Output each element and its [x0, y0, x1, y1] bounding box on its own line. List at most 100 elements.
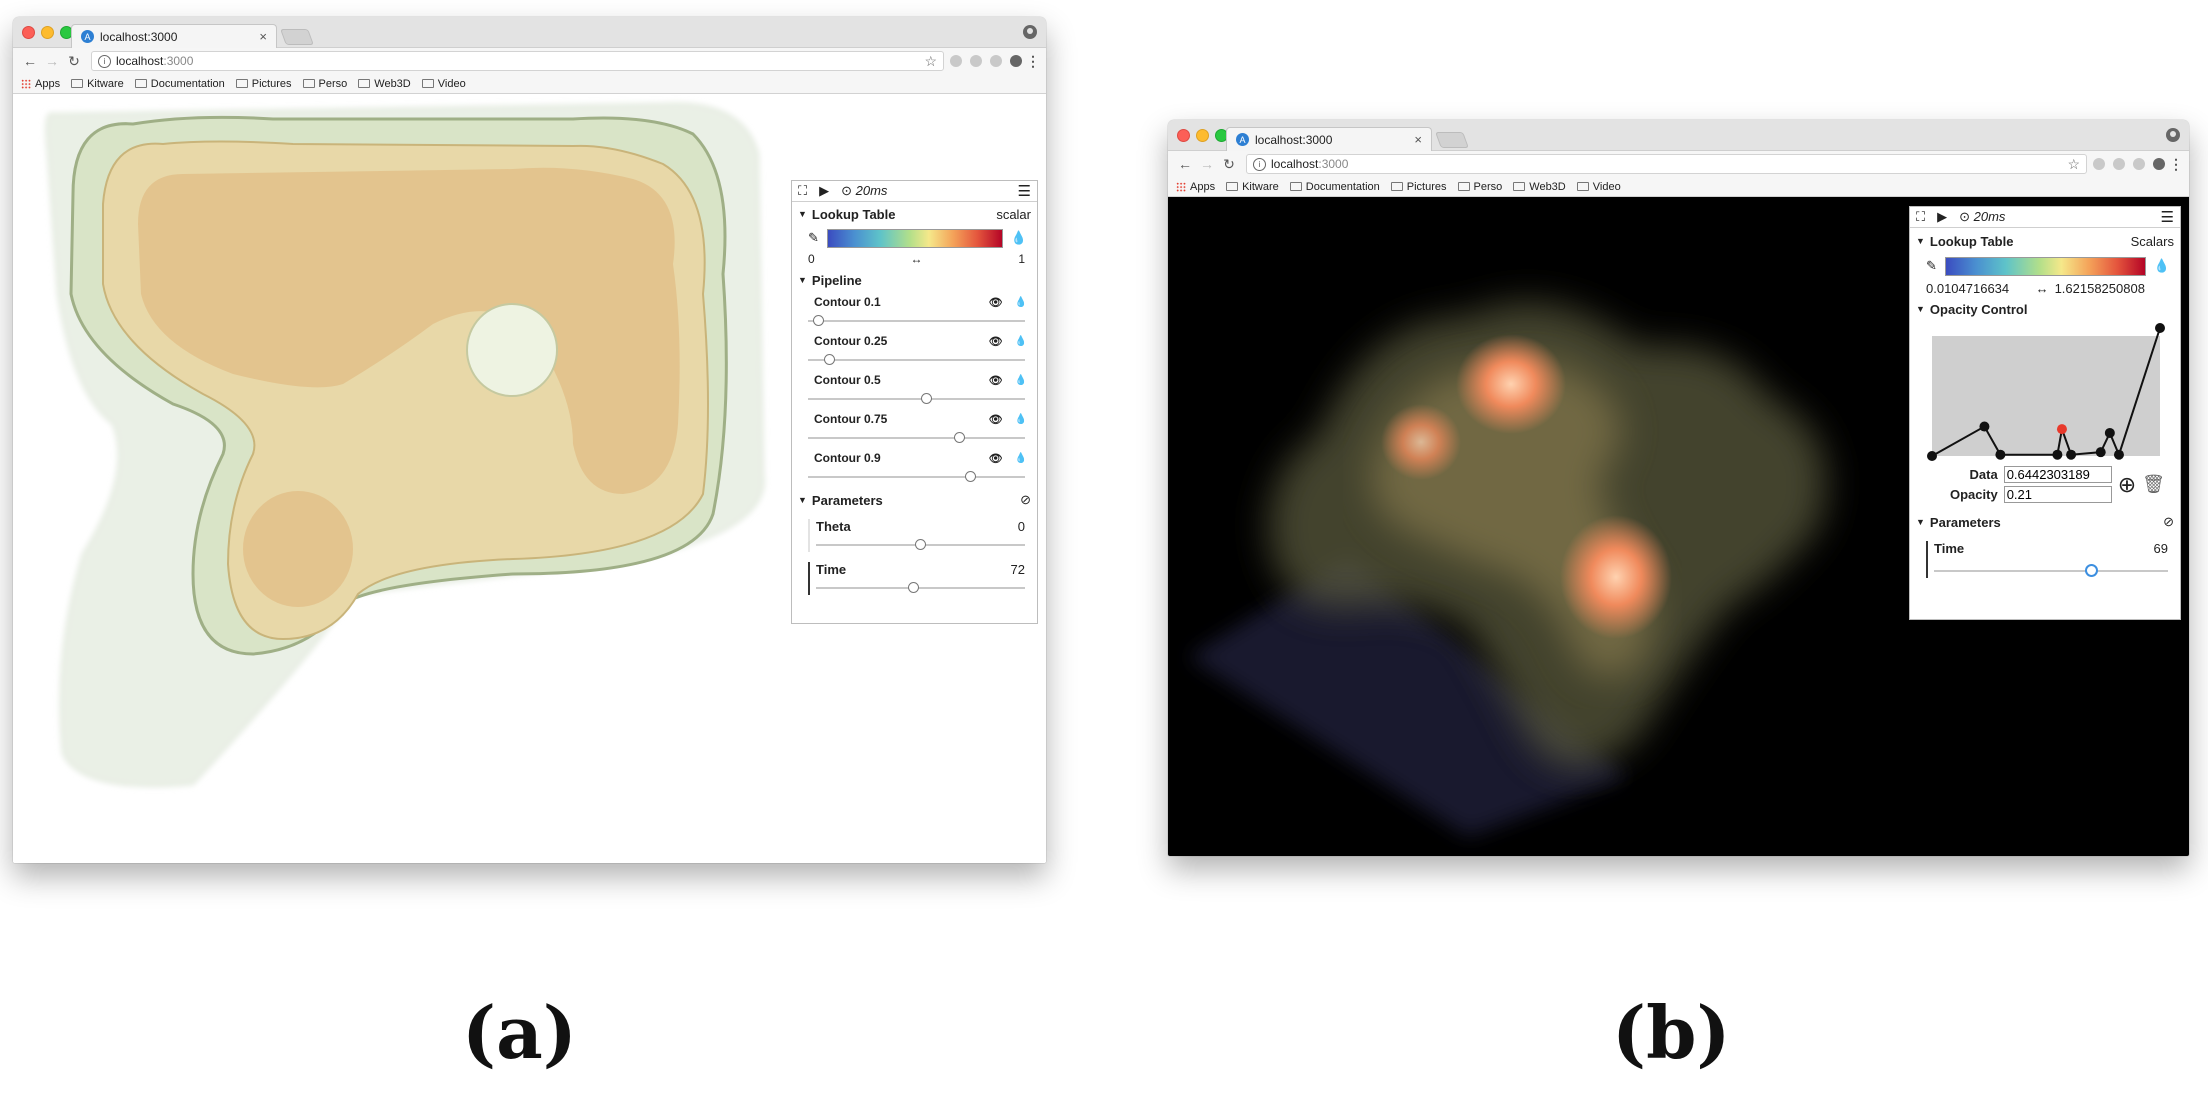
bookmark-folder[interactable]: Video — [421, 78, 466, 90]
bookmark-apps[interactable]: Apps — [21, 78, 60, 90]
bookmark-folder[interactable]: Web3D — [358, 78, 411, 90]
reload-icon[interactable]: ↻ — [1218, 156, 1240, 173]
forward-icon[interactable]: → — [1196, 156, 1218, 172]
bookmark-folder[interactable]: Pictures — [235, 78, 292, 90]
extension-icon[interactable] — [2113, 158, 2125, 170]
reload-icon[interactable]: ↻ — [63, 53, 85, 70]
selected-control-point[interactable] — [2056, 424, 2067, 435]
lut-max[interactable]: 1 — [1018, 252, 1025, 266]
profile-icon[interactable] — [2166, 128, 2180, 142]
bookmark-star-icon[interactable]: ☆ — [924, 53, 937, 70]
hamburger-icon[interactable]: ☰ — [1018, 182, 1031, 200]
slider-thumb[interactable] — [908, 582, 920, 593]
minimize-window-button[interactable] — [41, 26, 54, 39]
control-point[interactable] — [1995, 449, 2006, 460]
lut-field-name[interactable]: Scalars — [2131, 234, 2174, 249]
bookmark-folder[interactable]: Documentation — [134, 78, 225, 90]
bookmark-folder[interactable]: Pictures — [1390, 181, 1447, 193]
bookmark-folder[interactable]: Kitware — [71, 78, 124, 90]
control-point[interactable] — [1979, 421, 1990, 432]
extension-icon[interactable] — [990, 55, 1002, 67]
lut-field-name[interactable]: scalar — [996, 207, 1031, 222]
control-point[interactable] — [2104, 427, 2115, 438]
pipeline-section[interactable]: ▼ Pipeline — [792, 268, 1037, 292]
trash-icon[interactable]: 🗑 — [2142, 474, 2165, 495]
contour-slider[interactable] — [808, 314, 1025, 328]
new-tab-button[interactable] — [280, 29, 314, 45]
slider-thumb[interactable] — [2084, 564, 2098, 577]
address-bar[interactable]: i localhost:3000 ☆ — [91, 51, 944, 71]
control-point[interactable] — [2052, 449, 2063, 460]
slider-thumb[interactable] — [914, 539, 926, 550]
close-window-button[interactable] — [1177, 129, 1190, 142]
slider-thumb[interactable] — [812, 315, 824, 326]
drop-icon[interactable]: 💧 — [1015, 414, 1027, 425]
render-viewport[interactable]: ⛶ ▶ ⊙ 20ms ☰ ▼ Lookup Table scalar ✎ 💧 0… — [13, 94, 1046, 863]
eye-icon[interactable]: 👁 — [989, 296, 1003, 309]
contour-slider[interactable] — [808, 431, 1025, 445]
control-point[interactable] — [2113, 449, 2124, 460]
lookup-table-section[interactable]: ▼ Lookup Table scalar — [792, 202, 1037, 226]
extension-icon[interactable] — [950, 55, 962, 67]
parameters-section[interactable]: ▼ Parameters ⊘ — [1910, 509, 2180, 535]
pencil-icon[interactable]: ✎ — [808, 230, 819, 246]
control-point[interactable] — [1927, 451, 1937, 461]
eye-icon[interactable]: 👁 — [989, 335, 1003, 348]
drop-icon[interactable]: 💧 — [1015, 453, 1027, 464]
eye-icon[interactable]: 👁 — [989, 413, 1003, 426]
profile-icon[interactable] — [1023, 25, 1037, 39]
bookmark-folder[interactable]: Web3D — [1513, 181, 1566, 193]
browser-menu-icon[interactable]: ⋮ — [1026, 53, 1040, 70]
slider-thumb[interactable] — [953, 432, 965, 443]
browser-tab[interactable]: A localhost:3000 × — [71, 24, 277, 48]
eye-icon[interactable]: 👁 — [989, 452, 1003, 465]
drop-icon[interactable]: 💧 — [2154, 258, 2170, 274]
extension-icon[interactable] — [2093, 158, 2105, 170]
contour-slider[interactable] — [808, 392, 1025, 406]
reset-icon[interactable]: ⊘ — [2163, 514, 2174, 530]
slider-thumb[interactable] — [823, 354, 835, 365]
new-tab-button[interactable] — [1435, 132, 1469, 148]
drop-icon[interactable]: 💧 — [1011, 230, 1027, 246]
fullscreen-icon[interactable]: ⛶ — [798, 183, 807, 199]
render-viewport[interactable]: ⛶ ▶ ⊙ 20ms ☰ ▼ Lookup Table Scalars ✎ 💧 … — [1168, 197, 2189, 856]
opacity-transfer-function-editor[interactable] — [1926, 322, 2166, 462]
lut-max[interactable]: 1.62158250808 — [2055, 281, 2168, 296]
bookmark-apps[interactable]: Apps — [1176, 181, 1215, 193]
tab-close-icon[interactable]: × — [1414, 132, 1422, 147]
contour-slider[interactable] — [808, 470, 1025, 484]
browser-menu-icon[interactable]: ⋮ — [2169, 156, 2183, 173]
parameters-section[interactable]: ▼ Parameters ⊘ — [792, 487, 1037, 513]
control-point[interactable] — [2155, 323, 2165, 333]
lookup-table-section[interactable]: ▼ Lookup Table Scalars — [1910, 228, 2180, 254]
tab-close-icon[interactable]: × — [259, 29, 267, 44]
back-icon[interactable]: ← — [19, 53, 41, 69]
lut-min[interactable]: 0 — [808, 252, 815, 266]
extension-icon[interactable] — [970, 55, 982, 67]
info-icon[interactable]: i — [1253, 157, 1266, 171]
opacity-control-section[interactable]: ▼ Opacity Control — [1910, 298, 2180, 320]
forward-icon[interactable]: → — [41, 53, 63, 69]
back-icon[interactable]: ← — [1174, 156, 1196, 172]
fullscreen-icon[interactable]: ⛶ — [1916, 209, 1925, 225]
contour-slider[interactable] — [808, 353, 1025, 367]
hamburger-icon[interactable]: ☰ — [2161, 208, 2174, 226]
play-icon[interactable]: ▶ — [819, 183, 829, 199]
color-lookup-bar[interactable] — [1944, 256, 2146, 276]
drop-icon[interactable]: 💧 — [1015, 297, 1027, 308]
minimize-window-button[interactable] — [1196, 129, 1209, 142]
extension-icon[interactable] — [2133, 158, 2145, 170]
bookmark-folder[interactable]: Perso — [302, 78, 347, 90]
info-icon[interactable]: i — [98, 54, 111, 68]
eye-icon[interactable]: 👁 — [989, 374, 1003, 387]
reset-icon[interactable]: ⊘ — [1020, 492, 1031, 508]
add-icon[interactable]: ⊕ — [2118, 472, 2136, 498]
time-slider[interactable] — [816, 581, 1025, 595]
time-slider[interactable] — [1934, 564, 2168, 578]
extension-icon[interactable] — [1010, 55, 1022, 67]
drop-icon[interactable]: 💧 — [1015, 375, 1027, 386]
opacity-input[interactable] — [2003, 486, 2112, 503]
bookmark-folder[interactable]: Video — [1576, 181, 1621, 193]
bookmark-folder[interactable]: Perso — [1457, 181, 1502, 193]
close-window-button[interactable] — [22, 26, 35, 39]
